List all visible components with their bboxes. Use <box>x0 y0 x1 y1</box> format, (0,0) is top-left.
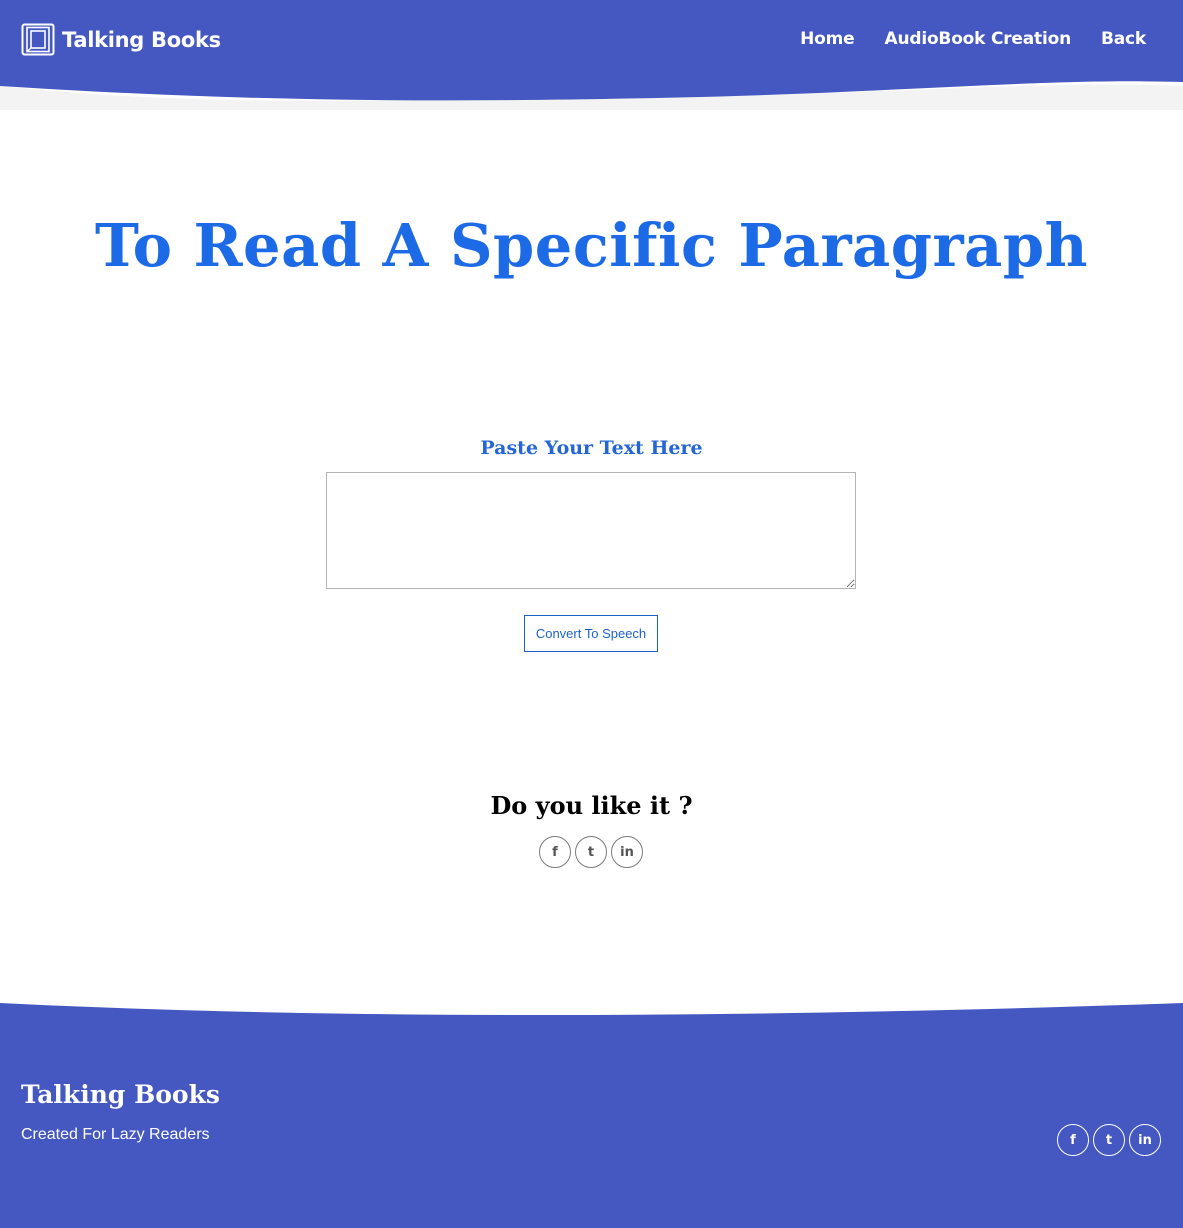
page-title: To Read A Specific Paragraph <box>95 211 1088 280</box>
footer-title: Talking Books <box>21 1080 220 1109</box>
book-frame-icon <box>21 23 55 56</box>
paste-text-label: Paste Your Text Here <box>480 437 703 459</box>
nav-back-link[interactable]: Back <box>1101 29 1146 49</box>
share-links: f t in <box>539 836 643 868</box>
convert-to-speech-button[interactable]: Convert To Speech <box>524 615 658 652</box>
brand-link[interactable]: Talking Books <box>21 23 221 56</box>
brand-name: Talking Books <box>62 27 221 52</box>
twitter-icon[interactable]: t <box>1093 1124 1125 1156</box>
nav-home-link[interactable]: Home <box>800 29 855 49</box>
nav-audiobook-creation-link[interactable]: AudioBook Creation <box>885 29 1072 49</box>
paragraph-textarea[interactable] <box>326 472 856 589</box>
facebook-icon[interactable]: f <box>539 836 571 868</box>
linkedin-icon[interactable]: in <box>611 836 643 868</box>
twitter-icon[interactable]: t <box>575 836 607 868</box>
footer-social-links: f t in <box>1057 1124 1161 1156</box>
site-header: Talking Books Home AudioBook Creation Ba… <box>0 0 1183 110</box>
like-heading: Do you like it ? <box>490 791 693 820</box>
footer-subtitle: Created For Lazy Readers <box>21 1126 210 1143</box>
facebook-icon[interactable]: f <box>1057 1124 1089 1156</box>
site-footer <box>0 1000 1183 1228</box>
linkedin-icon[interactable]: in <box>1129 1124 1161 1156</box>
main-nav: Home AudioBook Creation Back <box>800 29 1146 49</box>
footer-wave <box>0 1003 1183 1228</box>
